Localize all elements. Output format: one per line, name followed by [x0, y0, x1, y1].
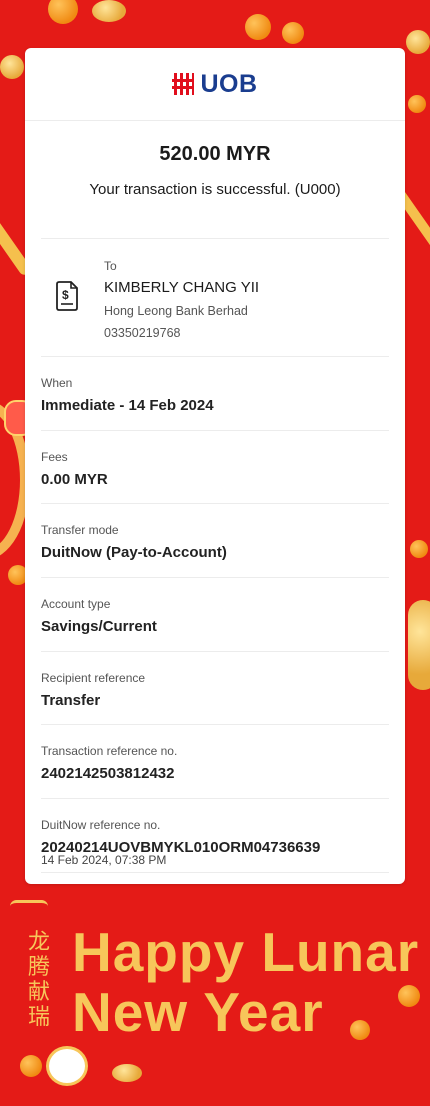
coin-decoration [406, 30, 430, 54]
brand-header: UOB [25, 48, 405, 121]
brand-logo-text: UOB [200, 69, 258, 98]
cloud-decoration [112, 1064, 142, 1082]
detail-row-transaction-reference: Transaction reference no. 24021425038124… [41, 725, 389, 800]
detail-value: DuitNow (Pay-to-Account) [41, 544, 227, 562]
detail-label: Transfer mode [41, 523, 119, 538]
transaction-receipt-card: UOB 520.00 MYR Your transaction is succe… [25, 48, 405, 884]
gold-ingot-decoration [408, 600, 430, 690]
chinese-greeting: 龙腾献瑞 [28, 930, 51, 1030]
detail-label: Account type [41, 597, 111, 612]
detail-row-transfer-mode: Transfer mode DuitNow (Pay-to-Account) [41, 504, 389, 579]
orange-decoration [245, 14, 271, 40]
recipient-name: KIMBERLY CHANG YII [104, 279, 260, 296]
lion-dance-decoration [46, 1046, 88, 1086]
detail-row-account-type: Account type Savings/Current [41, 578, 389, 652]
uob-logo-icon [172, 73, 195, 95]
recipient-account-number: 03350219768 [104, 326, 181, 340]
transaction-status: Your transaction is successful. (U000) [89, 181, 341, 198]
detail-value: Savings/Current [41, 618, 157, 636]
orange-decoration [20, 1055, 42, 1077]
transaction-timestamp: 14 Feb 2024, 07:38 PM [41, 853, 167, 867]
detail-row-when: When Immediate - 14 Feb 2024 [41, 357, 389, 431]
amount-section: 520.00 MYR Your transaction is successfu… [41, 121, 389, 239]
greeting-line-2: New Year [72, 981, 324, 1043]
detail-label: Transaction reference no. [41, 744, 178, 759]
orange-decoration [282, 22, 304, 44]
lunar-new-year-greeting: Happy Lunar New Year [72, 922, 419, 1042]
detail-label: Fees [41, 449, 68, 464]
detail-row-recipient-reference: Recipient reference Transfer [41, 652, 389, 726]
document-dollar-icon: $ [56, 281, 78, 311]
detail-row-fees: Fees 0.00 MYR [41, 431, 389, 505]
detail-value: 2402142503812432 [41, 765, 175, 783]
gold-ingot-decoration [92, 0, 126, 22]
detail-value: Immediate - 14 Feb 2024 [41, 397, 214, 414]
detail-label: DuitNow reference no. [41, 818, 161, 833]
brush-stroke-decoration [10, 900, 48, 913]
greeting-line-1: Happy Lunar [72, 921, 420, 983]
recipient-bank: Hong Leong Bank Berhad [104, 304, 248, 318]
recipient-section: $ To KIMBERLY CHANG YII Hong Leong Bank … [41, 239, 389, 357]
recipient-label: To [104, 259, 117, 273]
detail-label: When [41, 376, 73, 390]
transaction-amount: 520.00 MYR [159, 143, 271, 165]
svg-text:$: $ [62, 288, 69, 302]
detail-value: Transfer [41, 691, 101, 709]
coin-decoration [0, 55, 24, 79]
detail-value: 0.00 MYR [41, 470, 108, 488]
orange-decoration [408, 95, 426, 113]
orange-decoration [410, 540, 428, 558]
detail-label: Recipient reference [41, 670, 146, 685]
orange-decoration [48, 0, 78, 24]
